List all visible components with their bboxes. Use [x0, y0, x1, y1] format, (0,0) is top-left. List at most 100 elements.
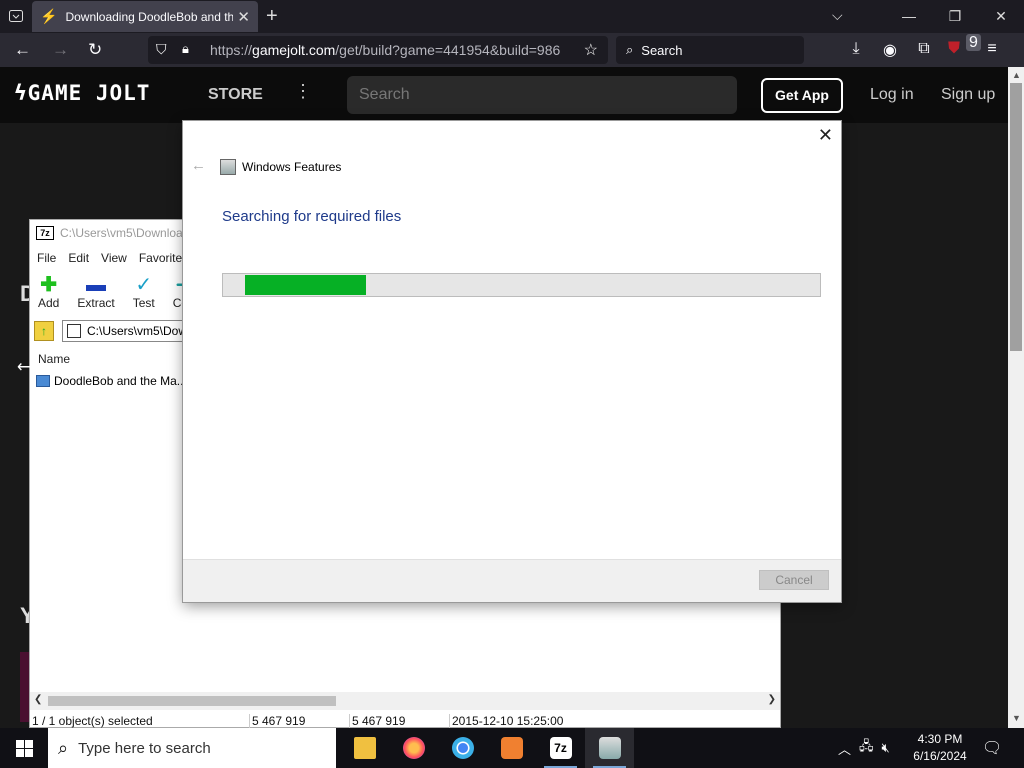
cancel-button[interactable]: Cancel [759, 570, 829, 590]
bookmark-star-icon[interactable]: ☆ [584, 40, 598, 60]
browser-search-box[interactable]: ⌕ Search [616, 36, 804, 64]
chevron-down-icon[interactable]: ⌵ [832, 7, 843, 24]
url-path: /get/build?game=441954&build=986 [335, 42, 561, 58]
restore-icon[interactable]: ❐ [932, 0, 978, 33]
hscroll-thumb[interactable] [48, 696, 336, 706]
dialog-header: Windows Features [220, 159, 341, 175]
gamejolt-header: ϟGAME JOLT STORE ⋮ Search Get App Log in… [0, 67, 1008, 123]
browser-tabbar: ⚡ Downloading DoodleBob and the M ✕ + ⌵ … [0, 0, 1024, 33]
search-icon: ⌕ [58, 737, 69, 758]
more-menu-icon[interactable]: ⋮ [294, 81, 312, 102]
back-arrow-icon[interactable]: ← [191, 157, 206, 174]
close-dialog-icon[interactable]: ✕ [818, 125, 833, 146]
dialog-footer: Cancel [183, 559, 841, 602]
features-app-icon [598, 737, 621, 759]
ublock-badge: 9 [966, 34, 981, 51]
taskbar-search[interactable]: ⌕ Type here to search [48, 728, 336, 768]
close-tab-icon[interactable]: ✕ [237, 8, 250, 26]
search-icon: ⌕ [626, 42, 634, 57]
url-prefix: https:// [210, 42, 253, 58]
chevron-up-icon[interactable]: ︿ [838, 739, 851, 758]
notification-icon[interactable]: 🗨︎ [982, 738, 1002, 758]
gamejolt-logo[interactable]: ϟGAME JOLT [14, 81, 150, 105]
menu-favorites[interactable]: Favorite [139, 251, 182, 265]
menu-file[interactable]: File [37, 251, 56, 265]
new-tab-icon[interactable]: + [266, 5, 278, 28]
reload-icon[interactable]: ↻ [88, 40, 102, 60]
folder-icon [353, 737, 376, 759]
sevenzip-statusbar: 1 / 1 object(s) selected 5 467 919 5 467… [30, 714, 780, 728]
url-bar[interactable]: ⛉ 🔒︎ https://gamejolt.com/get/build?game… [148, 36, 608, 64]
browser-search-placeholder: Search [641, 42, 683, 58]
windows-features-dialog: ✕ ← Windows Features Searching for requi… [183, 121, 841, 602]
7zip-icon[interactable]: 7z [536, 728, 585, 768]
volume-muted-icon[interactable]: 🔇︎ [882, 740, 890, 756]
downloads-icon[interactable]: ⤓ [846, 40, 866, 60]
test-label: Test [132, 296, 155, 310]
test-button[interactable]: ✓ Test [133, 274, 155, 318]
folder-up-icon[interactable]: ↑ [34, 321, 54, 341]
menu-edit[interactable]: Edit [68, 251, 89, 265]
progress-bar [222, 273, 821, 297]
scroll-right-icon[interactable]: ❯ [768, 694, 776, 705]
add-button[interactable]: ✚ Add [38, 274, 59, 318]
orange-app-icon [500, 737, 523, 759]
url-host: gamejolt.com [252, 42, 336, 58]
sevenzip-icon: 7z [36, 226, 54, 240]
login-link[interactable]: Log in [870, 86, 914, 104]
account-icon[interactable]: ◉ [880, 40, 900, 60]
menu-view[interactable]: View [101, 251, 127, 265]
tab-title: Downloading DoodleBob and the M [65, 9, 234, 24]
extensions-icon[interactable]: ⧉ [914, 40, 934, 60]
path-text: C:\Users\vm5\Dow [87, 324, 188, 338]
url-text[interactable]: https://gamejolt.com/get/build?game=4419… [210, 42, 570, 58]
firefox-icon[interactable] [389, 728, 438, 768]
file-explorer-icon[interactable] [340, 728, 389, 768]
taskbar: ⌕ Type here to search 7z ︿ 🖧︎ 🔇︎ 4:30 PM… [0, 728, 1024, 768]
browser-tab[interactable]: ⚡ Downloading DoodleBob and the M ✕ [32, 1, 258, 32]
list-tabs-icon[interactable] [8, 8, 24, 24]
resize-cursor-icon: ⟷ [17, 359, 40, 376]
scroll-up-icon[interactable]: ▲ [1012, 70, 1021, 80]
store-link[interactable]: STORE [208, 86, 263, 104]
forward-icon[interactable]: → [52, 40, 69, 60]
scrollbar-thumb[interactable] [1010, 83, 1022, 351]
chrome-icon[interactable] [438, 728, 487, 768]
ublock-icon[interactable]: ⛊ 9 [948, 34, 981, 60]
gamejolt-search-input[interactable]: Search [347, 76, 737, 114]
gamejolt-favicon-icon: ⚡ [40, 8, 58, 24]
chrome-logo-icon [451, 737, 474, 759]
status-modified: 2015-12-10 15:25:00 [452, 714, 564, 728]
windows-logo-icon [15, 739, 33, 757]
lock-icon[interactable]: 🔒︎ [182, 41, 189, 57]
horizontal-scrollbar[interactable]: ❮ ❯ [30, 692, 780, 710]
windows-features-icon [220, 159, 236, 175]
menu-icon[interactable]: ≡ [982, 40, 1002, 60]
bolt-icon: ϟ [14, 81, 28, 105]
archive-icon [67, 324, 81, 338]
back-icon[interactable]: ← [14, 40, 31, 60]
extract-label: Extract [77, 296, 115, 310]
minus-icon: ▬ [86, 274, 107, 296]
status-packed: 5 467 919 [350, 714, 450, 728]
windows-features-taskbar-icon[interactable] [585, 728, 634, 768]
scroll-left-icon[interactable]: ❮ [34, 694, 42, 705]
minimize-icon[interactable]: — [886, 0, 932, 33]
network-icon[interactable]: 🖧︎ [859, 737, 874, 759]
scroll-down-icon[interactable]: ▼ [1012, 713, 1021, 723]
dialog-status-text: Searching for required files [222, 208, 402, 225]
file-name: DoodleBob and the Ma... [54, 374, 187, 388]
taskbar-search-placeholder: Type here to search [78, 739, 211, 757]
start-button[interactable] [0, 728, 48, 768]
shield-icon[interactable]: ⛉ [156, 41, 167, 58]
signup-link[interactable]: Sign up [941, 86, 995, 104]
status-selected: 1 / 1 object(s) selected [30, 714, 250, 728]
close-window-icon[interactable]: ✕ [978, 0, 1024, 33]
page-scrollbar[interactable]: ▲ ▼ [1008, 67, 1024, 728]
clock[interactable]: 4:30 PM 6/16/2024 [912, 731, 968, 765]
extract-button[interactable]: ▬ Extract [77, 274, 114, 318]
get-app-button[interactable]: Get App [761, 78, 843, 113]
taskbar-apps: 7z [340, 728, 634, 768]
sevenzip-title: C:\Users\vm5\Downloa [60, 226, 183, 240]
app-icon[interactable] [487, 728, 536, 768]
